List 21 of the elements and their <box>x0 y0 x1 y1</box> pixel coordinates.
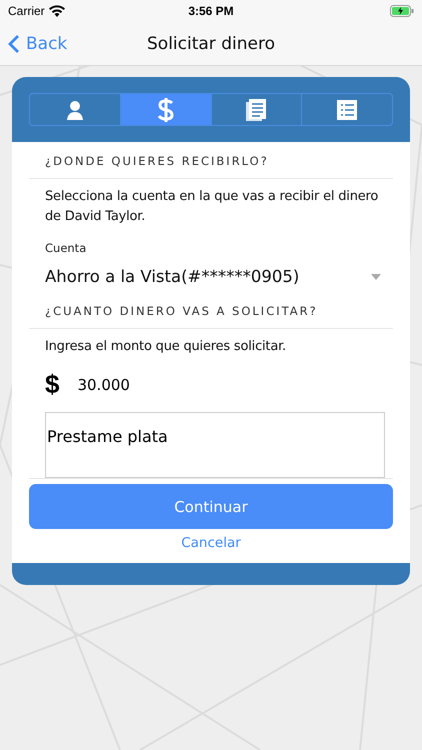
list-icon <box>337 100 358 120</box>
document-icon <box>246 98 266 120</box>
instruction-text: Selecciona la cuenta en la que vas a recibir el dinero de David Taylor. <box>44 188 380 226</box>
carrier-label: Carrier <box>8 4 45 18</box>
dollar-icon <box>156 96 175 122</box>
instruction-text: Ingresa el monto que quieres solicitar. <box>44 338 287 356</box>
caret-icon <box>371 274 381 280</box>
account-label: Cuenta <box>44 240 88 257</box>
amount-field[interactable]: 30.000 <box>77 376 130 394</box>
step-tab[interactable] <box>120 94 210 125</box>
battery-icon <box>390 5 414 17</box>
message-field[interactable]: Prestame plata <box>45 412 385 478</box>
screen-title: Solicitar dinero <box>147 34 275 54</box>
back-chevron-icon <box>8 34 20 54</box>
section-heading: ¿CUANTO DINERO VAS A SOLICITAR? <box>29 292 393 329</box>
section-heading: ¿DONDE QUIERES RECIBIRLO? <box>29 142 393 179</box>
currency-symbol: $ <box>45 369 60 400</box>
status-time: 3:56 PM <box>188 4 234 18</box>
wifi-icon <box>48 5 65 17</box>
person-icon <box>66 100 84 120</box>
account-dropdown[interactable]: Ahorro a la Vista(#******0905) <box>29 261 393 292</box>
